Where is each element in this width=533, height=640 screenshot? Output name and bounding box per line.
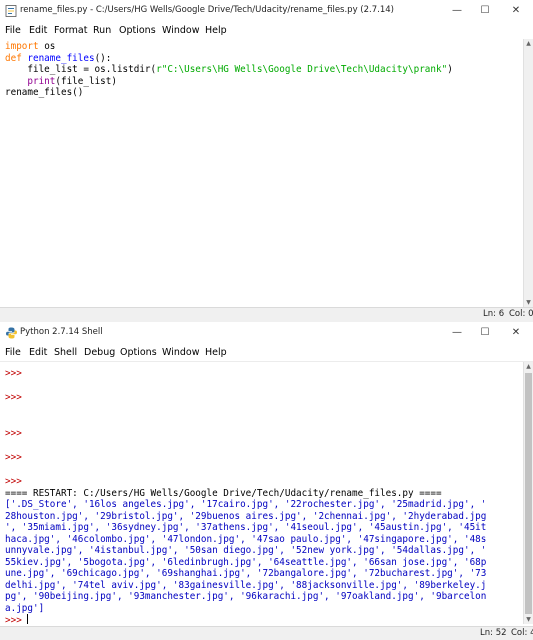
code-editor[interactable]: import os def rename_files(): file_list … [0, 39, 524, 307]
menu-options[interactable]: Options [119, 25, 156, 36]
scroll-thumb[interactable] [525, 373, 532, 614]
menu-help[interactable]: Help [205, 347, 227, 358]
shell-window: Python 2.7.14 Shell — ☐ ✕ File Edit Shel… [0, 322, 533, 640]
maximize-icon[interactable]: ☐ [471, 325, 499, 341]
editor-scrollbar[interactable]: ▲ ▼ [523, 39, 533, 307]
menu-file[interactable]: File [5, 25, 21, 36]
column-number: Col: 4 [511, 628, 533, 638]
code-line: import os [5, 41, 55, 53]
shell-scrollbar[interactable]: ▲ ▼ [523, 362, 533, 624]
editor-status-bar: Ln: 6 Col: 0 [0, 307, 533, 322]
menu-window[interactable]: Window [162, 347, 199, 358]
shell-prompt: >>> [5, 428, 22, 439]
code-line: rename_files() [5, 87, 83, 99]
menu-options[interactable]: Options [120, 347, 157, 358]
shell-prompt: >>> [5, 615, 22, 624]
code-line: def rename_files(): [5, 53, 111, 65]
code-text: (file_list) [55, 75, 117, 87]
code-line: print(file_list) [5, 76, 117, 88]
shell-output[interactable]: >>> >>> >>> >>> >>> ==== RESTART: C:/Use… [0, 362, 524, 624]
restart-banner: ==== RESTART: C:/Users/HG Wells/Google D… [5, 487, 442, 499]
minimize-icon[interactable]: — [443, 325, 471, 341]
maximize-icon[interactable]: ☐ [471, 3, 499, 19]
shell-menu-bar: File Edit Shell Debug Options Window Hel… [0, 345, 533, 362]
string-literal: r"C:\Users\HG Wells\Google Drive\Tech\Ud… [156, 64, 448, 75]
scroll-up-icon[interactable]: ▲ [524, 39, 533, 48]
menu-help[interactable]: Help [205, 25, 227, 36]
builtin-print: print [27, 75, 56, 87]
output-line: delhi.jpg', '74tel aviv.jpg', '83gainesv… [5, 579, 487, 591]
menu-window[interactable]: Window [162, 25, 199, 36]
python-file-icon [5, 5, 17, 17]
shell-status-bar: Ln: 52 Col: 4 [0, 626, 533, 640]
input-line[interactable]: >>> [5, 614, 29, 624]
menu-edit[interactable]: Edit [29, 25, 47, 36]
output-line: a.jpg'] [5, 602, 45, 614]
output-line: unnyvale.jpg', '4istanbul.jpg', '50san d… [5, 545, 487, 556]
code-line: file_list = os.listdir(r"C:\Users\HG Wel… [5, 64, 453, 76]
editor-title-bar[interactable]: rename_files.py - C:/Users/HG Wells/Goog… [0, 0, 533, 24]
menu-file[interactable]: File [5, 347, 21, 358]
shell-title-bar[interactable]: Python 2.7.14 Shell — ☐ ✕ [0, 322, 533, 346]
text-cursor [27, 614, 29, 624]
shell-prompt: >>> [5, 476, 22, 487]
output-line: ['.DS_Store', '16los angeles.jpg', '17ca… [5, 499, 487, 510]
code-text: (): [94, 52, 112, 64]
python-logo-icon [6, 327, 17, 339]
function-name: rename_files [21, 52, 95, 64]
window-title: Python 2.7.14 Shell [20, 327, 103, 337]
editor-window: rename_files.py - C:/Users/HG Wells/Goog… [0, 0, 533, 323]
close-icon[interactable]: ✕ [502, 3, 530, 19]
scroll-down-icon[interactable]: ▼ [524, 298, 533, 307]
window-title: rename_files.py - C:/Users/HG Wells/Goog… [20, 5, 394, 15]
column-number: Col: 0 [509, 309, 533, 319]
line-number: Ln: 6 [483, 309, 505, 319]
output-line: 28houston.jpg', '29bristol.jpg', '29buen… [5, 510, 487, 522]
menu-format[interactable]: Format [54, 25, 87, 36]
menu-shell[interactable]: Shell [54, 347, 77, 358]
editor-menu-bar: File Edit Format Run Options Window Help [0, 23, 533, 40]
scroll-down-icon[interactable]: ▼ [524, 615, 533, 624]
code-text: os [38, 41, 56, 52]
keyword-import: import [5, 41, 39, 52]
minimize-icon[interactable]: — [443, 3, 471, 19]
menu-edit[interactable]: Edit [29, 347, 47, 358]
output-line: pg', '90beijing.jpg', '93manchester.jpg'… [5, 591, 487, 602]
line-number: Ln: 52 [480, 628, 507, 638]
shell-prompt: >>> [5, 368, 22, 379]
output-line: une.jpg', '69chicago.jpg', '69shanghai.j… [5, 568, 487, 579]
shell-prompt: >>> [5, 392, 22, 403]
shell-prompt: >>> [5, 452, 22, 463]
close-icon[interactable]: ✕ [502, 325, 530, 341]
menu-debug[interactable]: Debug [84, 347, 115, 358]
code-text: rename_files() [5, 87, 84, 98]
output-line: ', '35miami.jpg', '36sydney.jpg', '37ath… [5, 522, 487, 533]
keyword-def: def [5, 52, 22, 64]
output-line: haca.jpg', '46colombo.jpg', '47london.jp… [5, 533, 487, 545]
scroll-up-icon[interactable]: ▲ [524, 362, 533, 371]
code-text: file_list = os.listdir( [5, 64, 157, 75]
code-text: ) [447, 64, 453, 75]
menu-run[interactable]: Run [93, 25, 111, 36]
output-line: 55kiev.jpg', '5bogota.jpg', '6ledinbrugh… [5, 556, 487, 568]
